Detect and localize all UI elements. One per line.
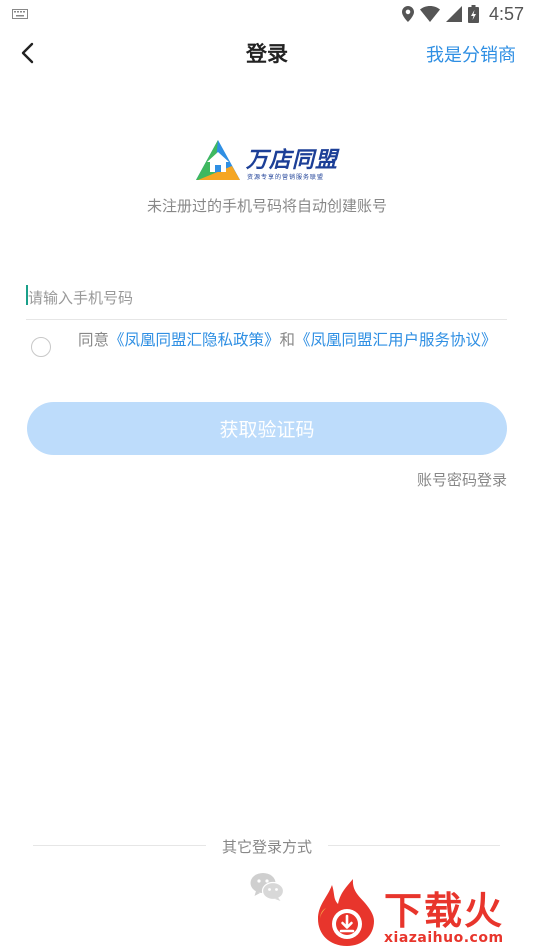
divider-left [33, 845, 206, 846]
divider-right [328, 845, 500, 846]
phone-field [26, 278, 507, 320]
agreement-conjunction: 和 [279, 331, 296, 349]
service-agreement-link[interactable]: 《凤凰同盟汇用户服务协议》 [295, 331, 497, 349]
status-bar: 4:57 [0, 0, 534, 28]
watermark-name: 下载火 [384, 889, 505, 933]
status-icons: 4:57 [401, 3, 524, 25]
agreement-text: 同意《凤凰同盟汇隐私政策》和《凤凰同盟汇用户服务协议》 [78, 330, 498, 350]
watermark: 下载火 xiazaihuo.com [314, 878, 530, 948]
distributor-link[interactable]: 我是分销商 [426, 41, 516, 67]
get-code-button[interactable]: 获取验证码 [27, 402, 507, 455]
other-login-label: 其它登录方式 [221, 838, 312, 856]
watermark-domain: xiazaihuo.com [384, 930, 504, 946]
nav-bar: 登录 我是分销商 [0, 28, 534, 78]
text-caret [26, 285, 28, 305]
chevron-left-icon [21, 42, 34, 64]
location-icon [401, 6, 414, 22]
signal-icon [445, 6, 462, 22]
keyboard-icon [12, 9, 28, 19]
privacy-policy-link[interactable]: 《凤凰同盟汇隐私政策》 [109, 331, 280, 349]
wifi-icon [419, 6, 440, 22]
back-button[interactable] [10, 36, 44, 70]
house-logo-icon [196, 140, 240, 180]
password-login-link[interactable]: 账号密码登录 [417, 469, 507, 490]
wechat-icon[interactable] [250, 872, 284, 902]
auto-register-hint: 未注册过的手机号码将自动创建账号 [146, 197, 387, 215]
status-time: 4:57 [488, 3, 524, 24]
logo-name: 万店同盟 [246, 148, 339, 173]
agreement-prefix: 同意 [78, 331, 110, 349]
logo-slogan: 资源专享的营销服务联盟 [247, 174, 325, 181]
battery-icon [467, 5, 479, 23]
flame-logo-icon [318, 879, 374, 946]
phone-input[interactable] [26, 278, 507, 318]
app-logo: 万店同盟 资源专享的营销服务联盟 [194, 138, 344, 184]
agreement-checkbox[interactable] [31, 337, 51, 357]
